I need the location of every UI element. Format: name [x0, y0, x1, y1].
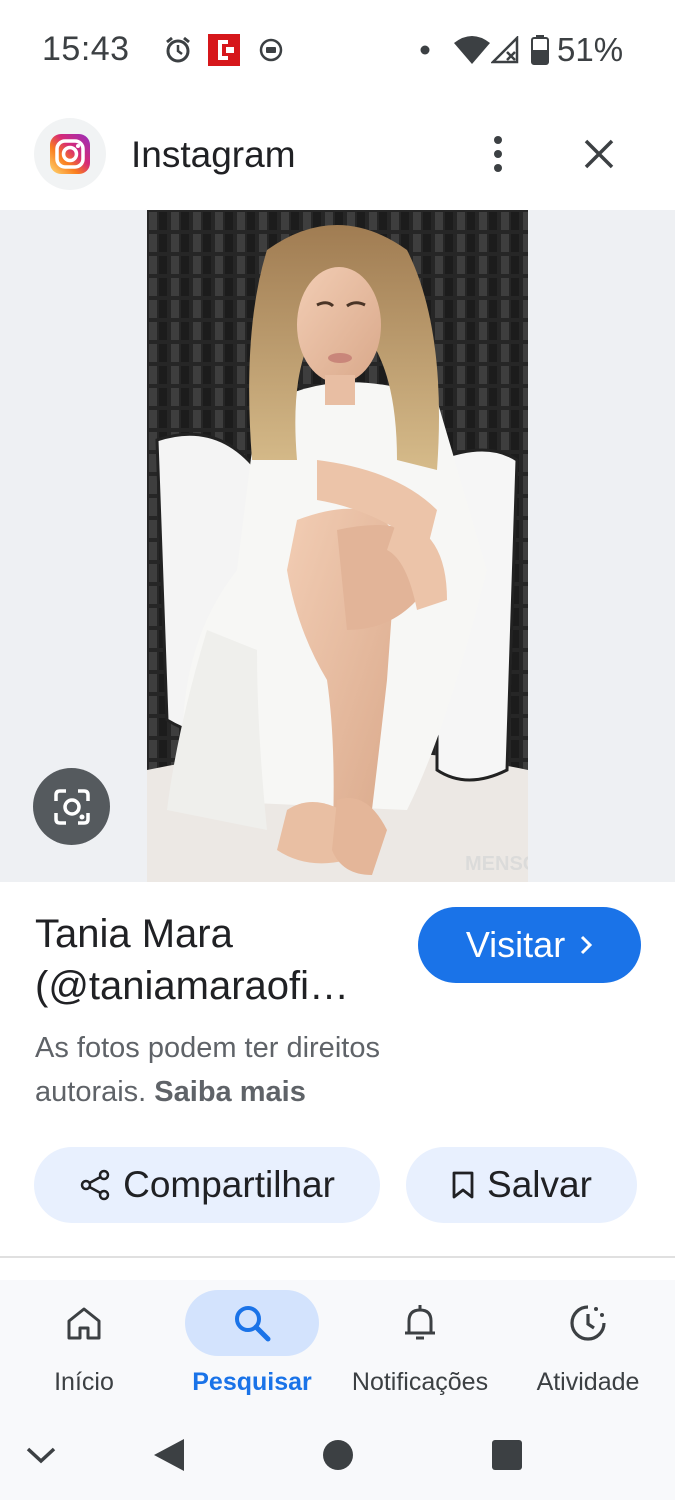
battery-percent: 51%: [557, 31, 624, 68]
back-icon: [154, 1439, 184, 1471]
bookmark-icon: [452, 1171, 474, 1199]
wifi-icon: [452, 34, 492, 66]
system-navigation-bar: [0, 1410, 675, 1500]
visit-label: Visitar: [465, 924, 566, 965]
more-options-button[interactable]: [478, 130, 518, 178]
cast-icon: [258, 34, 284, 66]
nav-item-notifications[interactable]: Notificações: [336, 1280, 504, 1410]
result-title[interactable]: Tania Mara (@taniamaraofi…: [35, 908, 395, 1012]
search-icon: [235, 1306, 271, 1342]
nav-label-home: Início: [54, 1368, 114, 1396]
nav-item-activity[interactable]: Atividade: [504, 1280, 672, 1410]
photo-watermark: MENSCI: [465, 853, 528, 875]
nav-item-search[interactable]: Pesquisar: [168, 1280, 336, 1410]
recents-button[interactable]: [484, 1432, 530, 1478]
result-title-line2: (@taniamaraofi…: [35, 964, 350, 1008]
news-app-icon: [207, 34, 241, 66]
source-title[interactable]: Instagram: [131, 134, 296, 176]
collapse-button[interactable]: [18, 1432, 64, 1478]
nav-label-search: Pesquisar: [192, 1368, 312, 1396]
share-label: Compartilhar: [123, 1164, 335, 1205]
activity-history-icon: [570, 1305, 606, 1341]
source-header: Instagram: [0, 108, 675, 208]
save-button[interactable]: Salvar: [406, 1147, 637, 1223]
home-icon: [67, 1307, 101, 1340]
google-lens-icon: [53, 788, 90, 825]
result-photo[interactable]: MENSCI: [147, 210, 528, 882]
close-button[interactable]: [575, 130, 623, 178]
dot-icon: [418, 34, 432, 66]
instagram-logo-icon: [34, 118, 106, 190]
status-time: 15:43: [42, 30, 130, 68]
copyright-notice: As fotos podem ter direitos autorais. Sa…: [35, 1026, 455, 1114]
bell-icon: [405, 1305, 435, 1340]
lens-search-button[interactable]: [33, 768, 110, 845]
alarm-icon: [162, 34, 194, 66]
status-bar: 15:43 51%: [0, 0, 675, 100]
save-label: Salvar: [487, 1164, 592, 1205]
image-preview-area: MENSCI: [0, 210, 675, 882]
signal-icon: [490, 34, 520, 66]
nav-label-notifications: Notificações: [351, 1368, 489, 1396]
learn-more-link[interactable]: Saiba mais: [154, 1076, 306, 1108]
home-circle-icon: [323, 1440, 353, 1470]
bottom-navigation: Início Pesquisar Notificações Atividade: [0, 1280, 675, 1410]
nav-label-activity: Atividade: [536, 1368, 640, 1396]
result-title-line1: Tania Mara: [35, 912, 233, 956]
divider: [0, 1256, 675, 1258]
close-icon: [584, 139, 614, 169]
nav-item-home[interactable]: Início: [0, 1280, 168, 1410]
share-icon: [80, 1169, 110, 1201]
visit-button[interactable]: Visitar: [418, 907, 641, 983]
home-system-button[interactable]: [315, 1432, 361, 1478]
back-button[interactable]: [146, 1432, 192, 1478]
chevron-right-icon: [581, 935, 593, 955]
more-vert-icon: [494, 136, 502, 144]
recents-icon: [492, 1440, 522, 1470]
battery-icon: [530, 34, 550, 66]
collapse-icon: [26, 1447, 56, 1464]
share-button[interactable]: Compartilhar: [34, 1147, 380, 1223]
